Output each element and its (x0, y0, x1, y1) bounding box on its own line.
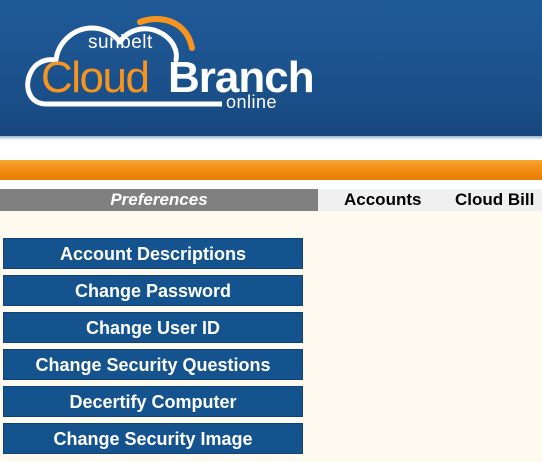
page: sunbelt Cloud Branch online Preferences … (0, 0, 542, 462)
logo-cloud-text: Cloud (41, 53, 150, 102)
site-header: sunbelt Cloud Branch online (0, 0, 542, 138)
orange-band (0, 160, 542, 180)
preferences-menu: Account Descriptions Change Password Cha… (3, 238, 303, 460)
tab-cloud-bill[interactable]: Cloud Bill (455, 189, 534, 211)
change-security-questions-button[interactable]: Change Security Questions (3, 349, 303, 380)
nav-tabs: Preferences Accounts Cloud Bill (0, 189, 542, 211)
header-divider (0, 136, 542, 140)
decertify-computer-button[interactable]: Decertify Computer (3, 386, 303, 417)
content-area: Account Descriptions Change Password Cha… (0, 211, 542, 462)
change-user-id-button[interactable]: Change User ID (3, 312, 303, 343)
account-descriptions-button[interactable]: Account Descriptions (3, 238, 303, 269)
logo-online-text: online (226, 92, 278, 112)
logo-sunbelt-text: sunbelt (88, 32, 153, 53)
tab-accounts[interactable]: Accounts (344, 189, 421, 211)
change-security-image-button[interactable]: Change Security Image (3, 423, 303, 454)
change-password-button[interactable]: Change Password (3, 275, 303, 306)
tab-preferences[interactable]: Preferences (0, 189, 318, 211)
